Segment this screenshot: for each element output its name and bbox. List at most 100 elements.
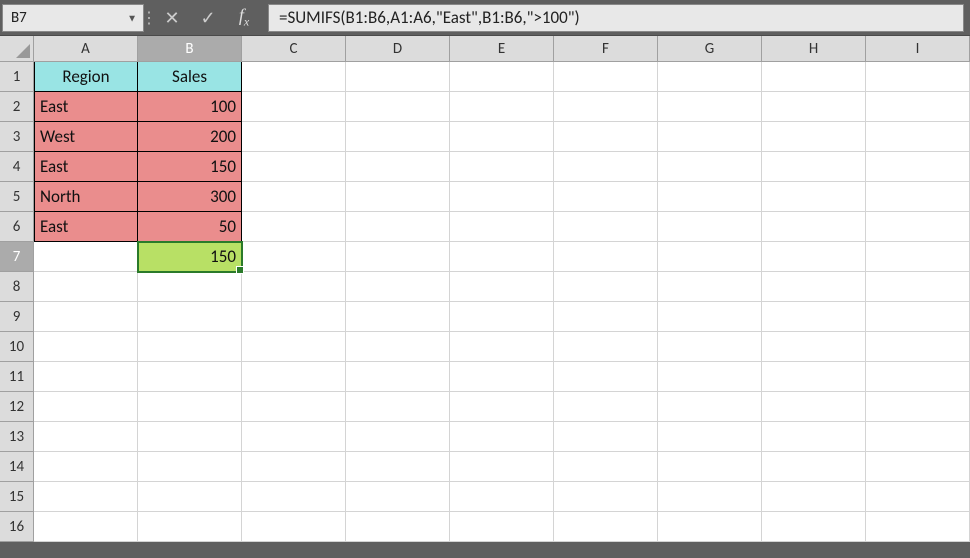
- cell-h2[interactable]: [762, 92, 866, 122]
- cell-b8[interactable]: [138, 272, 242, 302]
- cell-a10[interactable]: [34, 332, 138, 362]
- cell-d11[interactable]: [346, 362, 450, 392]
- cell-b10[interactable]: [138, 332, 242, 362]
- cell-a3[interactable]: West: [34, 122, 138, 152]
- cell-e10[interactable]: [450, 332, 554, 362]
- cell-c15[interactable]: [242, 482, 346, 512]
- cell-a16[interactable]: [34, 512, 138, 542]
- select-all-corner[interactable]: [0, 36, 34, 62]
- cell-i7[interactable]: [866, 242, 970, 272]
- cell-b1[interactable]: Sales: [138, 62, 242, 92]
- accept-formula-button[interactable]: ✓: [190, 4, 226, 32]
- cell-f16[interactable]: [554, 512, 658, 542]
- row-header-7[interactable]: 7: [0, 242, 34, 272]
- cell-e7[interactable]: [450, 242, 554, 272]
- column-header-e[interactable]: E: [450, 36, 554, 62]
- cell-d4[interactable]: [346, 152, 450, 182]
- cell-i3[interactable]: [866, 122, 970, 152]
- cell-b14[interactable]: [138, 452, 242, 482]
- cell-f1[interactable]: [554, 62, 658, 92]
- column-header-b[interactable]: B: [138, 36, 242, 62]
- cell-c1[interactable]: [242, 62, 346, 92]
- cell-e11[interactable]: [450, 362, 554, 392]
- row-header-2[interactable]: 2: [0, 92, 34, 122]
- cell-d5[interactable]: [346, 182, 450, 212]
- cell-f15[interactable]: [554, 482, 658, 512]
- cell-f13[interactable]: [554, 422, 658, 452]
- column-header-h[interactable]: H: [762, 36, 866, 62]
- cell-g8[interactable]: [658, 272, 762, 302]
- cell-c14[interactable]: [242, 452, 346, 482]
- row-header-3[interactable]: 3: [0, 122, 34, 152]
- cell-b15[interactable]: [138, 482, 242, 512]
- cell-g5[interactable]: [658, 182, 762, 212]
- row-header-6[interactable]: 6: [0, 212, 34, 242]
- cell-f10[interactable]: [554, 332, 658, 362]
- cell-g2[interactable]: [658, 92, 762, 122]
- cell-d3[interactable]: [346, 122, 450, 152]
- cell-i5[interactable]: [866, 182, 970, 212]
- cell-a2[interactable]: East: [34, 92, 138, 122]
- cell-a12[interactable]: [34, 392, 138, 422]
- cell-h6[interactable]: [762, 212, 866, 242]
- cell-h15[interactable]: [762, 482, 866, 512]
- row-header-1[interactable]: 1: [0, 62, 34, 92]
- cell-g3[interactable]: [658, 122, 762, 152]
- cell-f2[interactable]: [554, 92, 658, 122]
- cell-h3[interactable]: [762, 122, 866, 152]
- cell-h1[interactable]: [762, 62, 866, 92]
- name-box[interactable]: B7 ▼: [2, 4, 144, 32]
- cell-c13[interactable]: [242, 422, 346, 452]
- cell-c9[interactable]: [242, 302, 346, 332]
- cell-i9[interactable]: [866, 302, 970, 332]
- cell-b9[interactable]: [138, 302, 242, 332]
- cell-f11[interactable]: [554, 362, 658, 392]
- cell-h4[interactable]: [762, 152, 866, 182]
- cell-i16[interactable]: [866, 512, 970, 542]
- cell-g4[interactable]: [658, 152, 762, 182]
- cell-a6[interactable]: East: [34, 212, 138, 242]
- column-header-i[interactable]: I: [866, 36, 970, 62]
- insert-function-button[interactable]: fx: [226, 4, 262, 32]
- cell-f8[interactable]: [554, 272, 658, 302]
- cell-h8[interactable]: [762, 272, 866, 302]
- cell-c12[interactable]: [242, 392, 346, 422]
- cell-c10[interactable]: [242, 332, 346, 362]
- cell-h12[interactable]: [762, 392, 866, 422]
- cell-c16[interactable]: [242, 512, 346, 542]
- cell-g1[interactable]: [658, 62, 762, 92]
- cell-c11[interactable]: [242, 362, 346, 392]
- cell-d10[interactable]: [346, 332, 450, 362]
- row-header-9[interactable]: 9: [0, 302, 34, 332]
- cell-f7[interactable]: [554, 242, 658, 272]
- row-header-8[interactable]: 8: [0, 272, 34, 302]
- cell-g11[interactable]: [658, 362, 762, 392]
- cell-e15[interactable]: [450, 482, 554, 512]
- cell-c8[interactable]: [242, 272, 346, 302]
- cell-h10[interactable]: [762, 332, 866, 362]
- cell-f9[interactable]: [554, 302, 658, 332]
- cell-h13[interactable]: [762, 422, 866, 452]
- column-header-a[interactable]: A: [34, 36, 138, 62]
- row-header-10[interactable]: 10: [0, 332, 34, 362]
- cell-d15[interactable]: [346, 482, 450, 512]
- formula-input[interactable]: =SUMIFS(B1:B6,A1:A6,"East",B1:B6,">100"): [268, 4, 964, 32]
- cell-f14[interactable]: [554, 452, 658, 482]
- cell-b7[interactable]: 150: [138, 242, 242, 272]
- cell-g15[interactable]: [658, 482, 762, 512]
- row-header-15[interactable]: 15: [0, 482, 34, 512]
- cell-e2[interactable]: [450, 92, 554, 122]
- cell-a11[interactable]: [34, 362, 138, 392]
- cell-h14[interactable]: [762, 452, 866, 482]
- cell-i13[interactable]: [866, 422, 970, 452]
- cell-e8[interactable]: [450, 272, 554, 302]
- cell-h9[interactable]: [762, 302, 866, 332]
- cancel-formula-button[interactable]: ✕: [154, 4, 190, 32]
- cell-a14[interactable]: [34, 452, 138, 482]
- column-header-f[interactable]: F: [554, 36, 658, 62]
- cell-e1[interactable]: [450, 62, 554, 92]
- cell-b16[interactable]: [138, 512, 242, 542]
- cell-e12[interactable]: [450, 392, 554, 422]
- cell-i2[interactable]: [866, 92, 970, 122]
- cell-i8[interactable]: [866, 272, 970, 302]
